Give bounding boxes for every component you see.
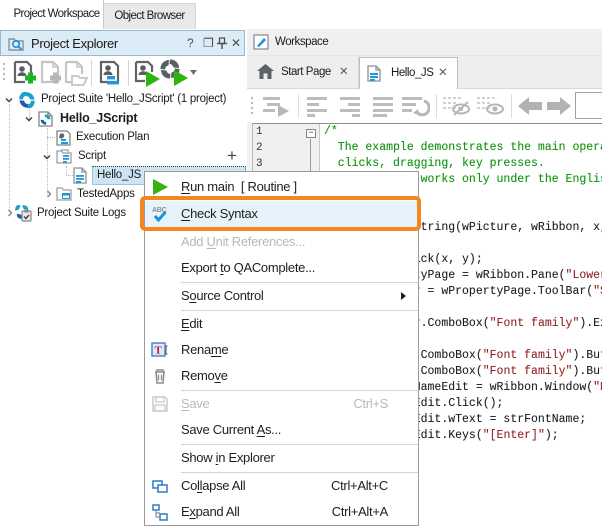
svg-text:T: T — [155, 345, 163, 357]
